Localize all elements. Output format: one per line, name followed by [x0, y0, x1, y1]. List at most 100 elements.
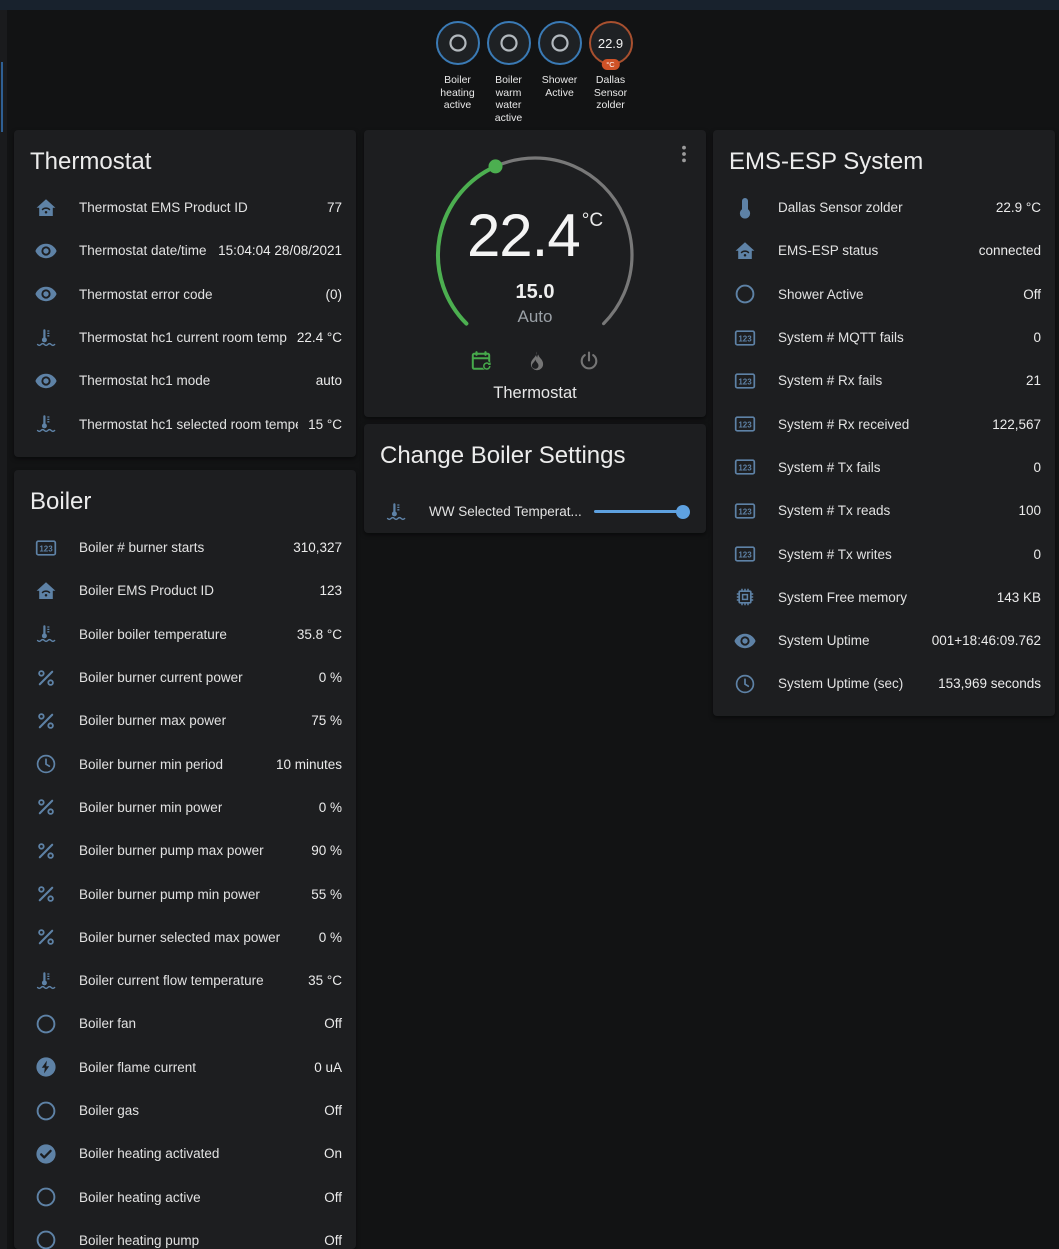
dial-handle[interactable]	[489, 159, 503, 173]
entity-value: 15 °C	[298, 417, 342, 432]
entity-row-thermostat-hc1-current-room-temper[interactable]: Thermostat hc1 current room temper...22.…	[14, 316, 356, 359]
slider-knob[interactable]	[676, 505, 690, 519]
entity-row-boiler-heating-active[interactable]: Boiler heating activeOff	[14, 1175, 356, 1218]
coolant-icon	[34, 326, 58, 350]
ww-temperature-label: WW Selected Temperat...	[429, 504, 582, 519]
entity-value: 10 minutes	[266, 757, 342, 772]
flash-icon	[34, 1055, 58, 1079]
change-boiler-settings-card: Change Boiler Settings WW Selected Tempe…	[364, 424, 706, 533]
entity-value: 100	[1008, 503, 1041, 518]
circle-icon	[34, 1185, 58, 1209]
entity-value: 75 %	[301, 713, 342, 728]
entity-row-boiler-burner-max-power[interactable]: Boiler burner max power75 %	[14, 699, 356, 742]
entity-row-dallas-sensor-zolder[interactable]: Dallas Sensor zolder22.9 °C	[713, 186, 1055, 229]
clock-icon	[733, 672, 757, 696]
entity-row-thermostat-error-code[interactable]: Thermostat error code(0)	[14, 273, 356, 316]
heat-mode-button[interactable]	[523, 349, 547, 373]
more-options-button[interactable]	[672, 142, 696, 166]
thermostat-dial-card: 22.4 °C 15.0 Auto Thermostat	[364, 130, 706, 417]
chip-icon	[733, 585, 757, 609]
entity-row-thermostat-ems-product-id[interactable]: Thermostat EMS Product ID77	[14, 186, 356, 229]
entity-row-boiler-burner-pump-max-power[interactable]: Boiler burner pump max power 90 %	[14, 829, 356, 872]
scrollbar-sliver[interactable]	[1, 62, 3, 132]
entity-value: 21	[1016, 373, 1041, 388]
badge-boiler-warm-water-active[interactable]: Boiler warm water active	[484, 21, 533, 124]
entity-row-system-rx-received[interactable]: 123System # Rx received122,567	[713, 402, 1055, 445]
entity-row-boiler-burner-starts[interactable]: 123Boiler # burner starts310,327	[14, 526, 356, 569]
eye-icon	[34, 369, 58, 393]
ww-temperature-slider[interactable]	[594, 504, 690, 520]
radiobox-blank-icon	[549, 32, 571, 54]
off-mode-button[interactable]	[577, 349, 601, 373]
badge-circle[interactable]	[538, 21, 582, 65]
entity-value: Off	[314, 1016, 342, 1031]
entity-row-boiler-heating-pump[interactable]: Boiler heating pumpOff	[14, 1219, 356, 1249]
home-icon	[34, 196, 58, 220]
entity-row-system-uptime[interactable]: System Uptime001+18:46:09.762	[713, 619, 1055, 662]
entity-row-system-rx-fails[interactable]: 123System # Rx fails21	[713, 359, 1055, 402]
slider-track[interactable]	[594, 510, 682, 513]
auto-mode-button[interactable]	[469, 349, 493, 373]
entity-row-boiler-flame-current[interactable]: Boiler flame current0 uA	[14, 1046, 356, 1089]
badge-shower-active[interactable]: Shower Active	[535, 21, 584, 124]
entity-row-boiler-current-flow-temperature[interactable]: Boiler current flow temperature35 °C	[14, 959, 356, 1002]
entity-row-thermostat-hc1-mode[interactable]: Thermostat hc1 modeauto	[14, 359, 356, 402]
card-title: EMS-ESP System	[713, 130, 1055, 180]
entity-value: 0	[1023, 330, 1041, 345]
entity-row-shower-active[interactable]: Shower ActiveOff	[713, 273, 1055, 316]
entity-row-system-tx-reads[interactable]: 123System # Tx reads100	[713, 489, 1055, 532]
badge-circle[interactable]: 22.9°C	[589, 21, 633, 65]
entity-row-system-free-memory[interactable]: System Free memory143 KB	[713, 576, 1055, 619]
entity-name: Boiler burner pump max power	[79, 843, 264, 858]
entity-row-boiler-boiler-temperature[interactable]: Boiler boiler temperature35.8 °C	[14, 613, 356, 656]
badge-dallas-sensor-zolder[interactable]: 22.9°CDallas Sensor zolder	[586, 21, 635, 124]
entity-row-system-tx-writes[interactable]: 123System # Tx writes0	[713, 532, 1055, 575]
entity-value: 15:04:04 28/08/2021	[208, 243, 342, 258]
entity-row-boiler-burner-selected-max-power[interactable]: Boiler burner selected max power0 %	[14, 916, 356, 959]
entity-value: 77	[317, 200, 342, 215]
thermometer-icon	[733, 196, 757, 220]
counter-icon: 123	[733, 326, 757, 350]
clock-icon	[34, 752, 58, 776]
entity-row-boiler-ems-product-id[interactable]: Boiler EMS Product ID123	[14, 569, 356, 612]
percent-icon	[34, 709, 58, 733]
ems-esp-system-card: EMS-ESP System Dallas Sensor zolder22.9 …	[713, 130, 1055, 716]
badge-boiler-heating-active[interactable]: Boiler heating active	[433, 21, 482, 124]
counter-icon: 123	[733, 499, 757, 523]
entity-row-boiler-fan[interactable]: Boiler fan Off	[14, 1002, 356, 1045]
entity-value: 310,327	[283, 540, 342, 555]
badge-circle[interactable]	[436, 21, 480, 65]
badge-circle[interactable]	[487, 21, 531, 65]
boiler-entities-card: Boiler 123Boiler # burner starts310,327B…	[14, 470, 356, 1249]
badge-label: Shower Active	[535, 74, 584, 99]
entity-row-boiler-burner-min-power[interactable]: Boiler burner min power0 %	[14, 786, 356, 829]
entity-value: 122,567	[982, 417, 1041, 432]
entity-name: Boiler fan	[79, 1016, 136, 1031]
entity-row-system-uptime-sec[interactable]: System Uptime (sec)153,969 seconds	[713, 662, 1055, 705]
entity-row-system-mqtt-fails[interactable]: 123System # MQTT fails0	[713, 316, 1055, 359]
eye-icon	[34, 282, 58, 306]
eye-icon	[733, 629, 757, 653]
entity-value: 123	[309, 583, 342, 598]
card-title: Thermostat	[14, 130, 356, 180]
target-temperature: 15.0	[364, 281, 706, 304]
entity-row-ems-esp-status[interactable]: EMS-ESP statusconnected	[713, 229, 1055, 272]
entity-value: 90 %	[301, 843, 342, 858]
entity-value: auto	[306, 373, 342, 388]
coolant-temperature-icon	[384, 500, 408, 524]
entity-row-boiler-heating-activated[interactable]: Boiler heating activatedOn	[14, 1132, 356, 1175]
entity-row-thermostat-date-time[interactable]: Thermostat date/time15:04:04 28/08/2021	[14, 229, 356, 272]
entity-value: 0 %	[309, 800, 342, 815]
coolant-icon	[34, 969, 58, 993]
entity-row-thermostat-hc1-selected-room-temper[interactable]: Thermostat hc1 selected room temper...15…	[14, 402, 356, 445]
entity-row-system-tx-fails[interactable]: 123System # Tx fails0	[713, 446, 1055, 489]
entity-row-boiler-burner-current-power[interactable]: Boiler burner current power0 %	[14, 656, 356, 699]
entity-value: 153,969 seconds	[928, 676, 1041, 691]
entity-name: Thermostat error code	[79, 287, 213, 302]
svg-text:123: 123	[738, 334, 752, 343]
entity-row-boiler-burner-min-period[interactable]: Boiler burner min period10 minutes	[14, 742, 356, 785]
entity-row-boiler-burner-pump-min-power[interactable]: Boiler burner pump min power55 %	[14, 872, 356, 915]
entity-row-boiler-gas[interactable]: Boiler gasOff	[14, 1089, 356, 1132]
entity-name: Boiler boiler temperature	[79, 627, 227, 642]
entity-value: 55 %	[301, 887, 342, 902]
